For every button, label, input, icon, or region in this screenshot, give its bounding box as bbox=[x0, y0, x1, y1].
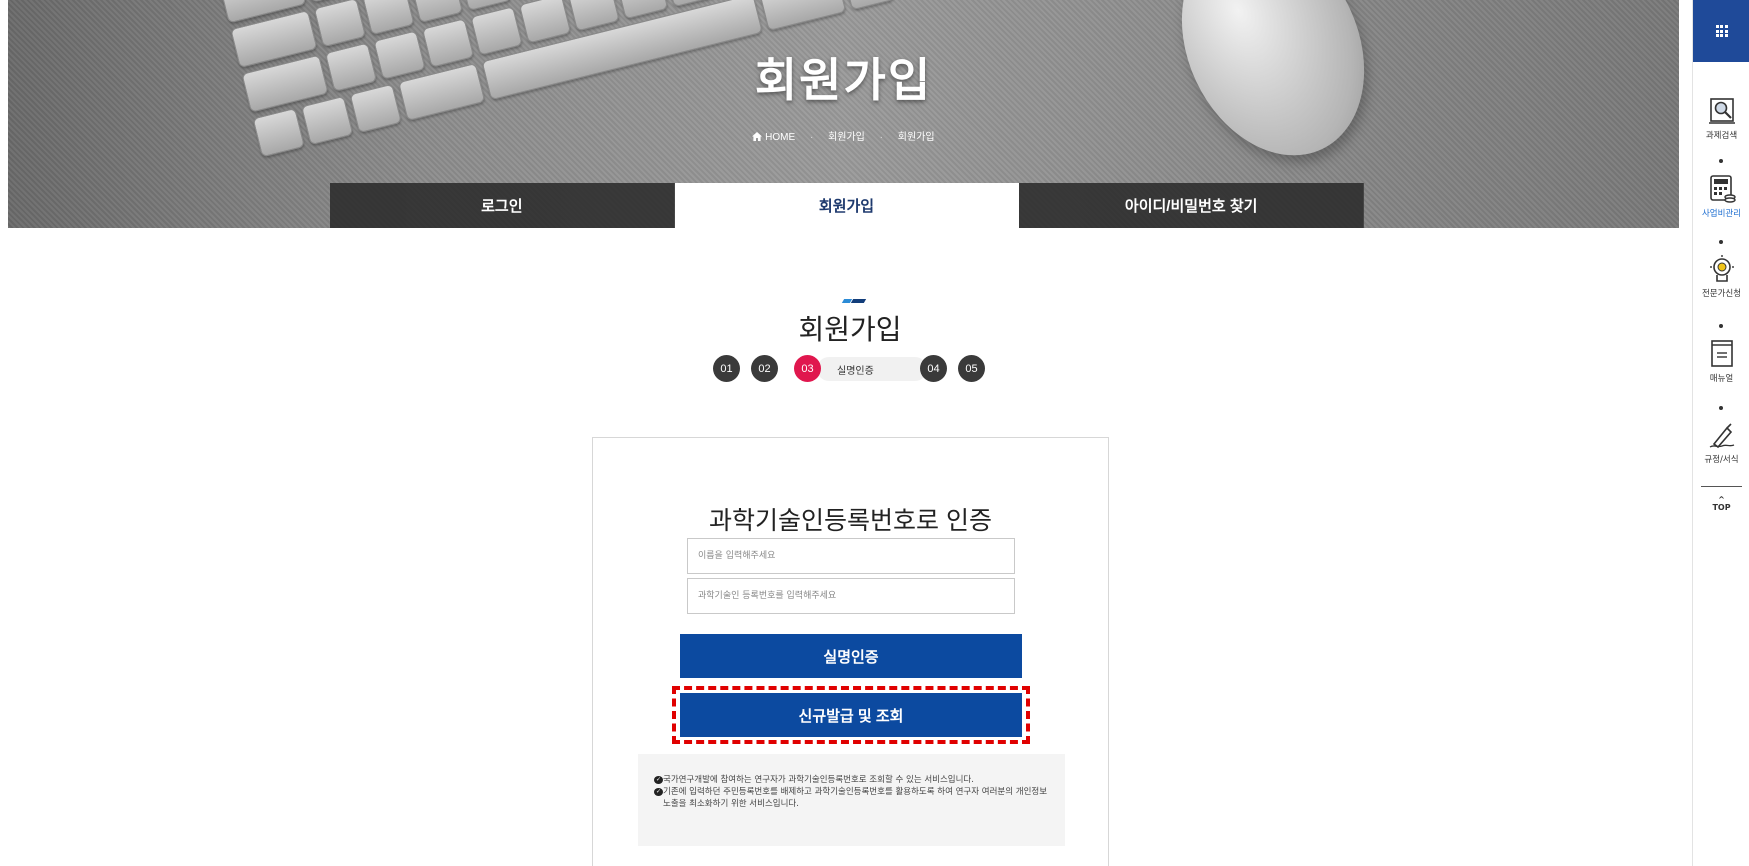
home-breadcrumb-link[interactable]: HOME bbox=[752, 132, 798, 143]
section-title-mark bbox=[841, 299, 867, 305]
info-notes: ✓ 국가연구개발에 참여하는 연구자가 과학기술인등록번호로 조회할 수 있는 … bbox=[638, 754, 1065, 846]
step-05: 05 bbox=[958, 355, 985, 382]
separator-dot bbox=[1719, 240, 1723, 244]
quick-menu-budget-management[interactable]: 사업비관리 bbox=[1693, 174, 1749, 219]
home-icon bbox=[752, 132, 763, 141]
quick-menu-project-search[interactable]: 과제검색 bbox=[1693, 96, 1749, 141]
scroll-top-button[interactable]: ^ TOP bbox=[1693, 495, 1749, 513]
pen-icon bbox=[1709, 423, 1734, 449]
manual-book-icon bbox=[1710, 340, 1733, 367]
tab-login[interactable]: 로그인 bbox=[330, 183, 675, 228]
verification-card: 과학기술인등록번호로 인증 실명인증 신규발급 및 조회 ✓ 국가연구개발에 참… bbox=[592, 437, 1109, 866]
quick-menu-regulations-forms[interactable]: 규정/서식 bbox=[1693, 420, 1749, 465]
quick-menu-label: 전문가신청 bbox=[1701, 289, 1742, 299]
check-icon: ✓ bbox=[654, 776, 663, 784]
tab-find-id-password[interactable]: 아이디/비밀번호 찾기 bbox=[1019, 183, 1365, 228]
name-input[interactable] bbox=[687, 538, 1015, 574]
separator-dot bbox=[1719, 324, 1723, 328]
scroll-top-label: TOP bbox=[1712, 503, 1731, 512]
tab-signup[interactable]: 회원가입 bbox=[674, 183, 1020, 228]
check-icon: ✓ bbox=[654, 788, 663, 796]
menu-toggle-button[interactable] bbox=[1693, 0, 1749, 62]
quick-menu-label: 매뉴얼 bbox=[1709, 374, 1734, 384]
calculator-icon bbox=[1709, 175, 1736, 203]
issue-lookup-button[interactable]: 신규발급 및 조회 bbox=[680, 693, 1022, 737]
registration-number-input[interactable] bbox=[687, 578, 1015, 614]
quick-menu-sidebar: 과제검색 사업비관리 전문가신청 매뉴얼 규정/서식 ^ TOP bbox=[1692, 0, 1749, 866]
info-note-text: 기존에 입력하던 주민등록번호를 배제하고 과학기술인등록번호를 활용하도록 하… bbox=[663, 787, 1048, 809]
breadcrumb: HOME · 회원가입 · 회원가입 bbox=[8, 128, 1679, 143]
current-step-label: 실명인증 bbox=[817, 357, 927, 381]
verify-button[interactable]: 실명인증 bbox=[680, 634, 1022, 678]
info-note: ✓ 국가연구개발에 참여하는 연구자가 과학기술인등록번호로 조회할 수 있는 … bbox=[654, 774, 1049, 786]
section-title: 회원가입 bbox=[798, 314, 902, 345]
divider bbox=[1701, 486, 1742, 487]
step-03-current: 03 bbox=[794, 355, 821, 382]
expert-head-icon bbox=[1709, 255, 1734, 282]
quick-menu-manual[interactable]: 매뉴얼 bbox=[1693, 339, 1749, 384]
quick-menu-label: 규정/서식 bbox=[1704, 455, 1739, 465]
hero-title: 회원가입 bbox=[754, 53, 933, 107]
search-document-icon bbox=[1708, 98, 1735, 124]
step-02: 02 bbox=[751, 355, 778, 382]
breadcrumb-level1[interactable]: 회원가입 bbox=[828, 132, 865, 143]
quick-menu-label: 사업비관리 bbox=[1701, 209, 1742, 219]
separator-dot bbox=[1719, 159, 1723, 163]
grid-icon bbox=[1715, 25, 1728, 37]
breadcrumb-separator: · bbox=[809, 132, 814, 143]
step-01: 01 bbox=[713, 355, 740, 382]
quick-menu-label: 과제검색 bbox=[1705, 131, 1738, 141]
breadcrumb-separator: · bbox=[879, 132, 884, 143]
member-tabs: 로그인 회원가입 아이디/비밀번호 찾기 bbox=[330, 183, 1365, 228]
info-note: ✓ 기존에 입력하던 주민등록번호를 배제하고 과학기술인등록번호를 활용하도록… bbox=[654, 786, 1049, 810]
info-note-text: 국가연구개발에 참여하는 연구자가 과학기술인등록번호로 조회할 수 있는 서비… bbox=[663, 775, 974, 785]
separator-dot bbox=[1719, 406, 1723, 410]
breadcrumb-home: HOME bbox=[765, 132, 796, 143]
breadcrumb-level2: 회원가입 bbox=[897, 132, 935, 143]
step-04: 04 bbox=[920, 355, 947, 382]
verification-title: 과학기술인등록번호로 인증 bbox=[709, 507, 992, 535]
quick-menu-expert-application[interactable]: 전문가신청 bbox=[1693, 254, 1749, 299]
chevron-up-icon: ^ bbox=[1718, 495, 1725, 504]
